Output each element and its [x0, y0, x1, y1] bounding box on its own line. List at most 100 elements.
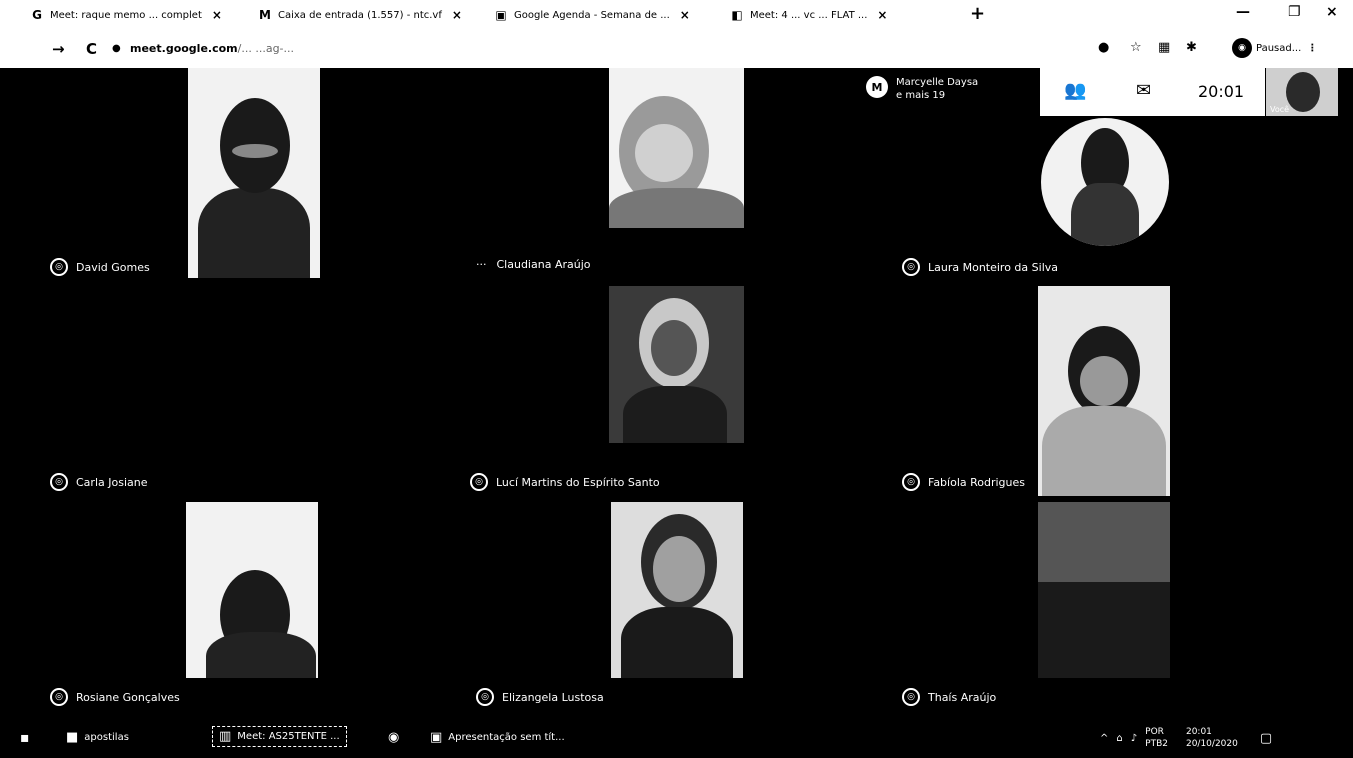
- self-view[interactable]: Você: [1266, 68, 1338, 116]
- participant-video: [609, 286, 744, 443]
- participants-more: e mais 19: [896, 90, 946, 101]
- browser-tab-bar: G Meet: raque memo ... complet × M Caixa…: [0, 0, 1353, 30]
- url-field[interactable]: meet.google.com/... ...ag-...: [130, 42, 294, 55]
- participant-tile[interactable]: ◎ Lucí Martins do Espírito Santo: [446, 283, 746, 498]
- participant-tile[interactable]: ◎ Elizangela Lustosa: [446, 498, 746, 713]
- puzzle-icon[interactable]: ✱: [1186, 40, 1197, 55]
- close-tab-icon[interactable]: ×: [452, 8, 462, 22]
- url-path: /... ...ag-...: [237, 42, 295, 55]
- taskbar-label: Meet: AS25TENTE ...: [237, 731, 340, 742]
- participant-video: [186, 502, 318, 678]
- participant-name-text: Thaís Araújo: [928, 690, 997, 704]
- people-icon[interactable]: 👥: [1064, 80, 1086, 101]
- clock[interactable]: 20:01 20/10/2020: [1186, 726, 1238, 750]
- volume-icon[interactable]: ♪: [1131, 733, 1137, 744]
- participant-video: [611, 502, 743, 678]
- participant-tile[interactable]: ◎ Fabíola Rodrigues: [746, 283, 1341, 498]
- participant-video: [609, 68, 744, 228]
- system-tray: ^ ⌂ ♪ POR PTB2 20:01 20/10/2020 ▢: [1100, 726, 1272, 750]
- meet-video-grid: ◎ David Gomes ··· Claudiana Araújo ◎ Lau…: [6, 68, 1347, 715]
- minimize-icon[interactable]: —: [1236, 4, 1250, 20]
- network-icon[interactable]: ⌂: [1116, 733, 1122, 744]
- participant-name: ◎ Thaís Araújo: [902, 688, 996, 706]
- language-indicator[interactable]: POR PTB2: [1145, 726, 1168, 750]
- tab-meet-2[interactable]: ◧ Meet: 4 ... vc ... FLAT ... ×: [730, 4, 960, 26]
- more-icon: ···: [476, 258, 487, 271]
- mic-off-icon: ◎: [902, 258, 920, 276]
- mic-off-icon: ◎: [50, 473, 68, 491]
- participant-name-text: Fabíola Rodrigues: [928, 475, 1026, 489]
- gmail-icon: M: [259, 8, 271, 22]
- participant-tile[interactable]: ◎ Thaís Araújo: [746, 498, 1341, 713]
- notifications-icon[interactable]: ▢: [1260, 731, 1272, 746]
- tab-gmail[interactable]: M Caixa de entrada (1.557) - ntc.vf ×: [258, 4, 480, 26]
- clock-date: 20/10/2020: [1185, 739, 1238, 749]
- folder-icon: ■: [66, 730, 79, 745]
- participant-tile[interactable]: ◎ Rosiane Gonçalves: [6, 498, 446, 713]
- extension-icon[interactable]: ▦: [1158, 40, 1170, 55]
- forward-icon[interactable]: →: [52, 40, 65, 58]
- taskbar-item[interactable]: ◉: [388, 730, 405, 745]
- close-tab-icon[interactable]: ×: [680, 8, 690, 22]
- participant-name-text: Rosiane Gonçalves: [76, 690, 180, 704]
- chat-icon[interactable]: ✉: [1136, 80, 1151, 101]
- tab-title: Caixa de entrada (1.557) - ntc.vf: [278, 9, 442, 21]
- language-sub-text: PTB2: [1145, 739, 1168, 749]
- participant-tile[interactable]: ◎ David Gomes: [6, 68, 446, 283]
- start-icon[interactable]: ▪: [20, 730, 30, 746]
- avatar: ◉: [1232, 38, 1252, 58]
- participant-name: ◎ Fabíola Rodrigues: [902, 473, 1025, 491]
- meeting-info: M Marcyelle Daysa e mais 19: [866, 76, 978, 102]
- taskbar-label: Apresentação sem tít...: [448, 732, 565, 743]
- organizer-name: Marcyelle Daysa: [896, 77, 979, 88]
- participant-name-text: Elizangela Lustosa: [502, 690, 604, 704]
- lock-icon: ●: [112, 43, 121, 54]
- participant-video: [1038, 286, 1170, 496]
- new-tab-button[interactable]: +: [970, 3, 985, 24]
- taskbar-item[interactable]: ▥ Meet: AS25TENTE ...: [212, 726, 347, 747]
- taskbar-item[interactable]: ▣ Apresentação sem tít...: [430, 730, 565, 745]
- reload-icon[interactable]: C: [86, 40, 97, 58]
- participant-tile[interactable]: ◎ Carla Josiane: [6, 283, 446, 498]
- participant-name-text: David Gomes: [76, 260, 150, 274]
- meeting-clock: 20:01: [1198, 82, 1245, 101]
- meet-top-panel: 👥 ✉ 20:01: [1040, 68, 1265, 116]
- profile-button[interactable]: ◉ Pausad... ⋮: [1232, 38, 1317, 58]
- close-tab-icon[interactable]: ×: [212, 8, 222, 22]
- participant-name-text: Claudiana Araújo: [496, 258, 591, 271]
- participant-name: ◎ Lucí Martins do Espírito Santo: [470, 473, 660, 491]
- address-bar-row: → C ● meet.google.com/... ...ag-... ● ☆ …: [0, 30, 1353, 68]
- profile-label: Pausad...: [1256, 42, 1302, 54]
- close-window-icon[interactable]: ×: [1326, 4, 1338, 20]
- meet-icon: ▥: [219, 729, 232, 744]
- mic-off-icon: ◎: [902, 688, 920, 706]
- menu-icon[interactable]: ⋮: [1307, 43, 1317, 54]
- tab-calendar[interactable]: ▣ Google Agenda - Semana de ... ×: [494, 4, 716, 26]
- mic-off-icon: ◎: [470, 473, 488, 491]
- organizer-avatar: M: [866, 76, 888, 98]
- participant-name: ◎ Carla Josiane: [50, 473, 147, 491]
- participant-name: ◎ Rosiane Gonçalves: [50, 688, 180, 706]
- camera-icon[interactable]: ●: [1098, 40, 1109, 55]
- slides-icon: ▣: [430, 730, 443, 745]
- mic-off-icon: ◎: [50, 258, 68, 276]
- participant-name: ··· Claudiana Araújo: [476, 258, 590, 271]
- participant-name: ◎ Elizangela Lustosa: [476, 688, 604, 706]
- meet-tab-icon: ◧: [731, 8, 743, 22]
- chrome-icon: ◉: [388, 730, 400, 745]
- taskbar-item[interactable]: ■ apostilas: [66, 730, 129, 745]
- chevron-up-icon[interactable]: ^: [1100, 733, 1108, 744]
- maximize-icon[interactable]: ❐: [1288, 4, 1301, 20]
- mic-off-icon: ◎: [476, 688, 494, 706]
- self-label: Você: [1270, 105, 1290, 114]
- url-host: meet.google.com: [130, 42, 238, 55]
- mic-off-icon: ◎: [902, 473, 920, 491]
- mic-off-icon: ◎: [50, 688, 68, 706]
- participant-video: [188, 68, 320, 278]
- participant-name: ◎ Laura Monteiro da Silva: [902, 258, 1058, 276]
- participant-tile[interactable]: ··· Claudiana Araújo: [446, 68, 746, 283]
- language-text: POR: [1145, 727, 1164, 737]
- star-icon[interactable]: ☆: [1130, 40, 1142, 55]
- close-tab-icon[interactable]: ×: [877, 8, 887, 22]
- tab-meet[interactable]: G Meet: raque memo ... complet ×: [30, 4, 245, 26]
